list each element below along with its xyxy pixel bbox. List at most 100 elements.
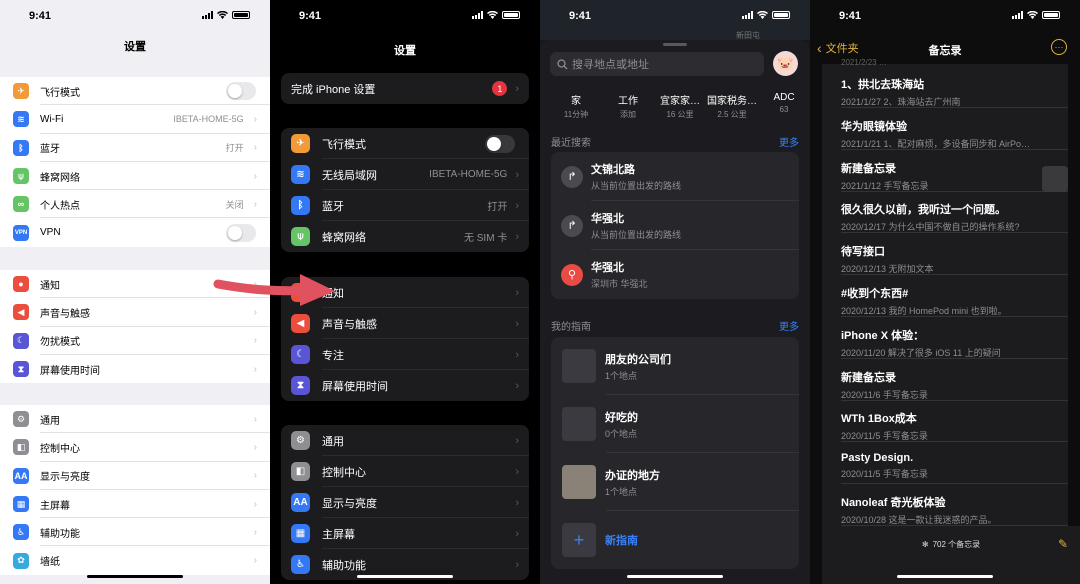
guide-row[interactable]: 办证的地方 1个地点 <box>551 453 799 511</box>
guide-row[interactable]: 好吃的 0个地点 <box>551 395 799 453</box>
wifi-icon: ≋ <box>291 165 310 184</box>
note-row[interactable]: #收到个东西# 2020/12/13 我的 HomePod mini 也到啦。 <box>841 275 1068 317</box>
settings-row-wifi[interactable]: ≋ Wi-Fi IBETA-HOME-5G › <box>0 105 270 134</box>
note-row[interactable]: 很久很久以前，我听过一个问题。 2020/12/17 为什么中国不做自己的操作系统… <box>841 191 1068 234</box>
guides-more-link[interactable]: 更多 <box>779 318 799 333</box>
favorite-item[interactable]: 工作 添加 <box>602 92 654 120</box>
settings-row-general[interactable]: ⚙ 通用 › <box>281 425 529 456</box>
settings-row-label: 通知 <box>322 287 344 300</box>
note-row[interactable]: 新建备忘录 2021/1/12 手写备忘录 <box>841 150 1068 192</box>
settings-row-control-center[interactable]: ◧ 控制中心 › <box>0 433 270 462</box>
guide-items: 朋友的公司们 1个地点 好吃的 0个地点 办证的地方 1个地点 <box>551 337 799 511</box>
settings-row-bluetooth[interactable]: ᛒ 蓝牙 打开 › <box>0 134 270 162</box>
settings-row-label: 无线局域网 <box>322 169 377 182</box>
recents-more-link[interactable]: 更多 <box>779 134 799 149</box>
settings-row-wallpaper[interactable]: ✿ 墙纸 › <box>0 546 270 574</box>
settings-light-panel: 9:41 设置 ✈ 飞行模式 ≋ Wi-Fi IBETA-HOME-5G › ᛒ 蓝牙 打开 › ⍦… <box>0 0 270 584</box>
home-indicator[interactable] <box>87 575 183 578</box>
sheet-grabber[interactable] <box>663 43 687 46</box>
settings-row-focus[interactable]: ☾ 专注 › <box>281 339 529 370</box>
plus-icon: + <box>562 523 596 557</box>
settings-row-airplane[interactable]: ✈ 飞行模式 <box>281 128 529 159</box>
settings-row-wlan[interactable]: ≋ 无线局域网 IBETA-HOME-5G › <box>281 159 529 190</box>
recent-search-title: 华强北 <box>591 262 624 274</box>
gear-icon: ⚙ <box>13 411 29 428</box>
recent-search-row[interactable]: ⚲ 华强北 深圳市 华强北 <box>551 250 799 299</box>
notification-icon: ● <box>13 276 29 293</box>
settings-row-cellular[interactable]: ⍦ 蜂窝网络 无 SIM 卡 › <box>281 221 529 252</box>
home-indicator[interactable] <box>627 575 723 578</box>
settings-row-vpn[interactable]: VPN VPN <box>0 218 270 246</box>
more-options-icon[interactable]: ··· <box>1051 39 1067 55</box>
note-row[interactable]: Pasty Design. 2020/11/5 手写备忘录 <box>841 442 1068 485</box>
note-row[interactable]: 新建备忘录 2020/11/6 手写备忘录 <box>841 359 1068 401</box>
guide-thumbnail <box>562 407 596 441</box>
hotspot-icon: ∞ <box>13 196 29 213</box>
settings-row-label: 辅助功能 <box>322 559 366 572</box>
settings-row-display[interactable]: AA 显示与亮度 › <box>281 487 529 518</box>
favorites-row: 家 11分钟 工作 添加 宜家家… 16 公里 国家税务… 2.5 公里 ADC 63 <box>550 92 810 120</box>
settings-row-value: IBETA-HOME-5G <box>173 114 244 125</box>
settings-row-notifications[interactable]: ● 通知 › <box>0 270 270 299</box>
recent-search-row[interactable]: ↱ 华强北 从当前位置出发的路线 <box>551 201 799 250</box>
guide-row[interactable]: 朋友的公司们 1个地点 <box>551 337 799 395</box>
settings-row-display[interactable]: AA 显示与亮度 › <box>0 462 270 490</box>
recents-header: 最近搜索 更多 <box>551 134 799 149</box>
settings-row-home-screen[interactable]: ▦ 主屏幕 › <box>281 518 529 549</box>
settings-row-dnd[interactable]: ☾ 勿扰模式 › <box>0 327 270 355</box>
favorite-item[interactable]: 家 11分钟 <box>550 92 602 120</box>
home-indicator[interactable] <box>897 575 993 578</box>
note-row[interactable]: 待写接口 2020/12/13 无附加文本 <box>841 233 1068 276</box>
note-row[interactable]: WTh 1Box成本 2020/11/5 手写备忘录 <box>841 400 1068 443</box>
compose-icon[interactable]: ✎ <box>1058 537 1068 551</box>
recent-search-text: 华强北 从当前位置出发的路线 <box>591 210 681 241</box>
note-title: Pasty Design. <box>841 452 914 465</box>
chevron-right-icon: › <box>253 170 257 182</box>
settings-row-label: 声音与触感 <box>322 318 377 331</box>
status-time: 9:41 <box>569 10 592 22</box>
vpn-icon: VPN <box>13 224 29 241</box>
setup-group: 完成 iPhone 设置 1 › <box>281 73 529 104</box>
settings-row-hotspot[interactable]: ∞ 个人热点 关闭 › <box>0 190 270 219</box>
toggle-switch[interactable] <box>226 82 256 101</box>
settings-row-bluetooth[interactable]: ᛒ 蓝牙 打开 › <box>281 190 529 221</box>
search-input[interactable]: 搜寻地点或地址 <box>550 52 764 76</box>
favorite-item[interactable]: 国家税务… 2.5 公里 <box>706 92 758 120</box>
finish-setup-row[interactable]: 完成 iPhone 设置 1 › <box>281 73 529 104</box>
settings-dark-panel: 9:41 设置 完成 iPhone 设置 1 › ✈ 飞行模式 ≋ 无线局域网 IBET… <box>270 0 540 584</box>
recent-search-row[interactable]: ↱ 文锦北路 从当前位置出发的路线 <box>551 152 799 201</box>
settings-row-label: 飞行模式 <box>322 138 366 151</box>
guide-title: 好吃的 <box>605 411 638 424</box>
avatar[interactable]: 🐷 <box>773 51 798 76</box>
hourglass-icon: ⧗ <box>13 361 29 378</box>
signal-icon <box>742 11 753 19</box>
settings-row-screentime[interactable]: ⧗ 屏幕使用时间 › <box>0 355 270 383</box>
settings-row-general[interactable]: ⚙ 通用 › <box>0 405 270 434</box>
settings-row-notifications[interactable]: ● 通知 › <box>281 277 529 308</box>
chevron-right-icon: › <box>253 363 257 375</box>
settings-row-airplane[interactable]: ✈ 飞行模式 <box>0 77 270 106</box>
settings-row-sounds[interactable]: ◀ 声音与触感 › <box>281 308 529 339</box>
settings-row-sounds[interactable]: ◀ 声音与触感 › <box>0 298 270 327</box>
note-row[interactable]: 华为眼镜体验 2021/1/21 1、配对麻烦，多设备同步和 AirPo… <box>841 108 1068 150</box>
toggle-switch[interactable] <box>485 134 515 153</box>
favorite-item[interactable]: ADC 63 <box>758 92 810 120</box>
settings-group-connectivity: ✈ 飞行模式 ≋ Wi-Fi IBETA-HOME-5G › ᛒ 蓝牙 打开 › ⍦ 蜂窝网络 › ∞ 个人… <box>0 77 270 247</box>
notes-panel: 9:41 ‹ 文件夹 备忘录 ··· 2021/2/23 … 1、拱北去珠海站 2… <box>810 0 1080 584</box>
new-guide-row[interactable]: + 新指南 <box>551 511 799 569</box>
note-row[interactable]: iPhone X 体验： 2020/11/20 解决了很多 iOS 11 上的疑问 <box>841 317 1068 359</box>
settings-row-screentime[interactable]: ⧗ 屏幕使用时间 › <box>281 370 529 401</box>
settings-row-label: 控制中心 <box>40 443 80 455</box>
guide-thumbnail <box>562 349 596 383</box>
recent-search-text: 华强北 深圳市 华强北 <box>591 259 648 290</box>
toggle-switch[interactable] <box>226 223 256 242</box>
settings-row-home-screen[interactable]: ▦ 主屏幕 › <box>0 490 270 519</box>
home-indicator[interactable] <box>357 575 453 578</box>
favorite-item[interactable]: 宜家家… 16 公里 <box>654 92 706 120</box>
settings-row-cellular[interactable]: ⍦ 蜂窝网络 › <box>0 162 270 191</box>
settings-row-label: 勿扰模式 <box>40 337 80 349</box>
settings-row-accessibility[interactable]: ♿ 辅助功能 › <box>0 518 270 547</box>
note-row[interactable]: Nanoleaf 奇光板体验 2020/10/28 这是一款让我迷惑的产品。 <box>841 484 1068 526</box>
note-row[interactable]: 1、拱北去珠海站 2021/1/27 2、珠海站去广州南 <box>841 66 1068 108</box>
settings-row-control-center[interactable]: ◧ 控制中心 › <box>281 456 529 487</box>
